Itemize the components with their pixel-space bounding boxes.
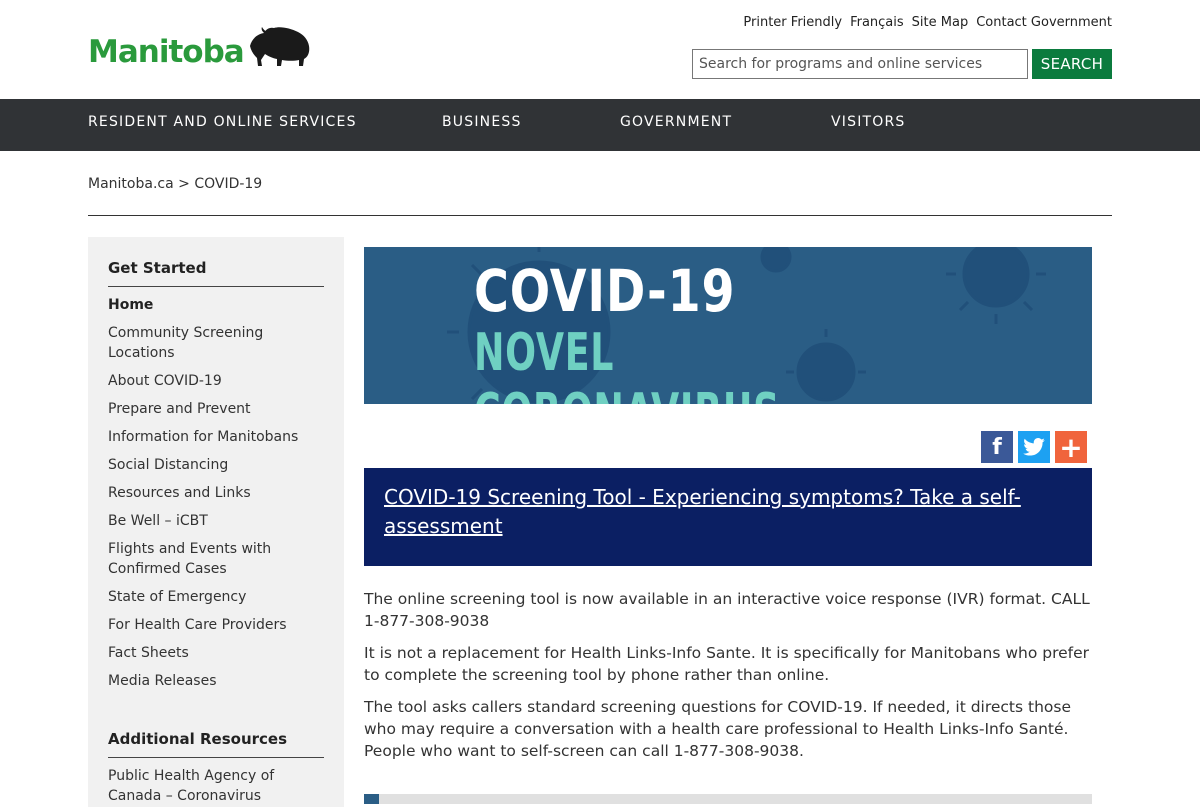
logo-text: Manitoba — [88, 34, 245, 70]
twitter-icon[interactable] — [1018, 431, 1050, 463]
sidebar-item-flights-events[interactable]: Flights and Events with Confirmed Cases — [108, 539, 324, 579]
paragraph-tool-asks: The tool asks callers standard screening… — [364, 698, 1072, 760]
covid-banner: COVID-19 NOVEL CORONAVIRUS — [364, 247, 1092, 404]
search-form: SEARCH — [692, 49, 1112, 79]
sidebar-item-health-care-providers[interactable]: For Health Care Providers — [108, 615, 324, 635]
sidebar: Get Started Home Community Screening Loc… — [88, 237, 344, 807]
sidebar-item-info-manitobans[interactable]: Information for Manitobans — [108, 427, 324, 447]
banner-title: COVID-19 — [474, 257, 736, 325]
sidebar-item-about-covid[interactable]: About COVID-19 — [108, 371, 324, 391]
contact-government-link[interactable]: Contact Government — [976, 15, 1112, 30]
nav-business[interactable]: BUSINESS — [442, 114, 522, 130]
sidebar-item-fact-sheets[interactable]: Fact Sheets — [108, 643, 324, 663]
screening-tool-callout: COVID-19 Screening Tool - Experiencing s… — [364, 468, 1092, 566]
banner-subtitle: NOVEL CORONAVIRUS — [474, 323, 779, 404]
nav-government[interactable]: GOVERNMENT — [620, 114, 732, 130]
bison-logo-icon — [249, 27, 309, 66]
nav-resident-services[interactable]: RESIDENT AND ONLINE SERVICES — [88, 114, 357, 130]
paragraph-ivr: The online screening tool is now availab… — [364, 590, 1090, 630]
sidebar-item-home[interactable]: Home — [108, 295, 324, 315]
main-content: COVID-19 NOVEL CORONAVIRUS f + COVID-19 … — [364, 247, 1092, 804]
breadcrumb: Manitoba.ca > COVID-19 — [88, 176, 262, 192]
breadcrumb-separator: > — [178, 176, 190, 192]
section-bar — [364, 794, 1092, 804]
paragraph-not-replacement: It is not a replacement for Health Links… — [364, 644, 1090, 684]
body-text: The online screening tool is now availab… — [364, 588, 1092, 772]
sidebar-heading-get-started: Get Started — [108, 237, 324, 287]
sidebar-item-media-releases[interactable]: Media Releases — [108, 671, 324, 691]
share-plus-icon[interactable]: + — [1055, 431, 1087, 464]
screening-tool-link[interactable]: COVID-19 Screening Tool - Experiencing s… — [384, 485, 1021, 538]
sidebar-item-community-screening[interactable]: Community Screening Locations — [108, 323, 324, 363]
utility-links: Printer Friendly Français Site Map Conta… — [743, 15, 1112, 30]
sidebar-menu: Home Community Screening Locations About… — [108, 295, 324, 691]
resource-item-phac[interactable]: Public Health Agency of Canada – Coronav… — [108, 766, 324, 806]
main-nav: RESIDENT AND ONLINE SERVICES BUSINESS GO… — [0, 99, 1200, 151]
manitoba-logo[interactable]: Manitoba — [88, 24, 314, 68]
resources-menu: Public Health Agency of Canada – Coronav… — [108, 766, 324, 806]
search-input[interactable] — [692, 49, 1028, 79]
site-map-link[interactable]: Site Map — [912, 15, 969, 30]
francais-link[interactable]: Français — [850, 15, 904, 30]
sidebar-item-prepare-prevent[interactable]: Prepare and Prevent — [108, 399, 324, 419]
breadcrumb-home[interactable]: Manitoba.ca — [88, 176, 174, 192]
search-button[interactable]: SEARCH — [1032, 49, 1112, 79]
share-buttons: f + — [981, 431, 1087, 464]
sidebar-heading-additional-resources: Additional Resources — [108, 708, 324, 758]
sidebar-item-be-well[interactable]: Be Well – iCBT — [108, 511, 324, 531]
breadcrumb-current: COVID-19 — [194, 176, 263, 192]
facebook-icon[interactable]: f — [981, 431, 1013, 463]
nav-visitors[interactable]: VISITORS — [831, 114, 906, 130]
sidebar-item-social-distancing[interactable]: Social Distancing — [108, 455, 324, 475]
site-header: Manitoba Printer Friendly Français Site … — [0, 0, 1200, 99]
printer-friendly-link[interactable]: Printer Friendly — [743, 15, 842, 30]
sidebar-item-resources-links[interactable]: Resources and Links — [108, 483, 324, 503]
sidebar-item-state-emergency[interactable]: State of Emergency — [108, 587, 324, 607]
divider — [88, 215, 1112, 216]
